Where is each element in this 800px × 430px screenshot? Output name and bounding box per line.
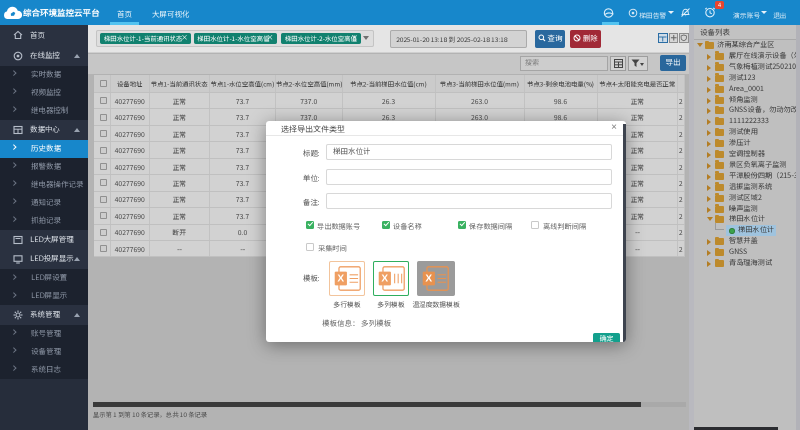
svg-text:X: X bbox=[381, 274, 388, 285]
svg-text:X: X bbox=[337, 274, 344, 285]
svg-text:X: X bbox=[425, 274, 432, 285]
